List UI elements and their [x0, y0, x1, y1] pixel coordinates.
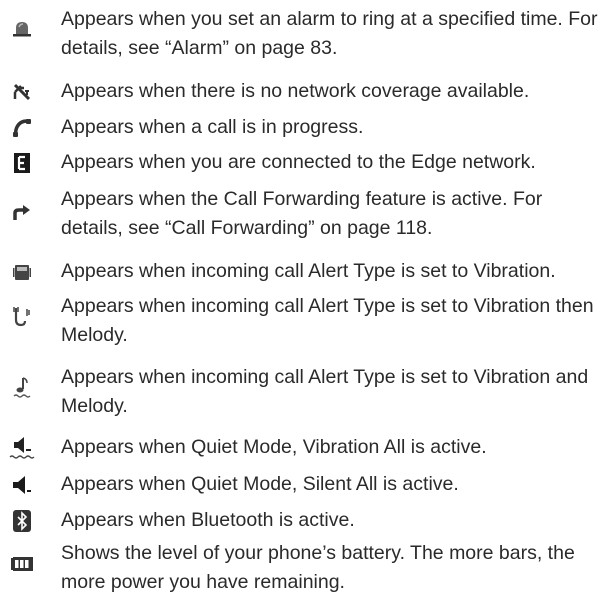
item-description: Appears when there is no network coverag…: [61, 80, 530, 102]
battery-icon: [8, 550, 36, 578]
item-description: Appears when Bluetooth is active.: [61, 509, 355, 531]
item-description: Appears when you set an alarm to ring at…: [61, 8, 598, 59]
item-description: Appears when Quiet Mode, Vibration All i…: [61, 436, 487, 458]
status-icon-list: Appears when you set an alarm to ring at…: [0, 0, 611, 614]
vibration-icon: [8, 258, 36, 286]
item-description: Appears when incoming call Alert Type is…: [61, 295, 594, 346]
edge-network-icon: [8, 149, 36, 177]
bluetooth-icon: [8, 507, 36, 535]
call-in-progress-icon: [8, 114, 36, 142]
quiet-vibration-all-icon: [8, 433, 36, 461]
item-description: Appears when a call is in progress.: [61, 116, 364, 138]
quiet-silent-all-icon: [8, 471, 36, 499]
call-forwarding-icon: [8, 199, 36, 227]
item-description: Appears when incoming call Alert Type is…: [61, 260, 556, 282]
item-description: Appears when the Call Forwarding feature…: [61, 188, 543, 239]
item-description: Appears when you are connected to the Ed…: [61, 151, 536, 173]
vibration-then-melody-icon: [8, 302, 36, 330]
no-network-icon: [8, 78, 36, 106]
alarm-bell-icon: [8, 15, 36, 43]
item-description: Appears when Quiet Mode, Silent All is a…: [61, 473, 459, 495]
item-description: Shows the level of your phone’s battery.…: [61, 542, 575, 593]
vibration-and-melody-icon: [8, 373, 36, 401]
item-description: Appears when incoming call Alert Type is…: [61, 366, 589, 417]
